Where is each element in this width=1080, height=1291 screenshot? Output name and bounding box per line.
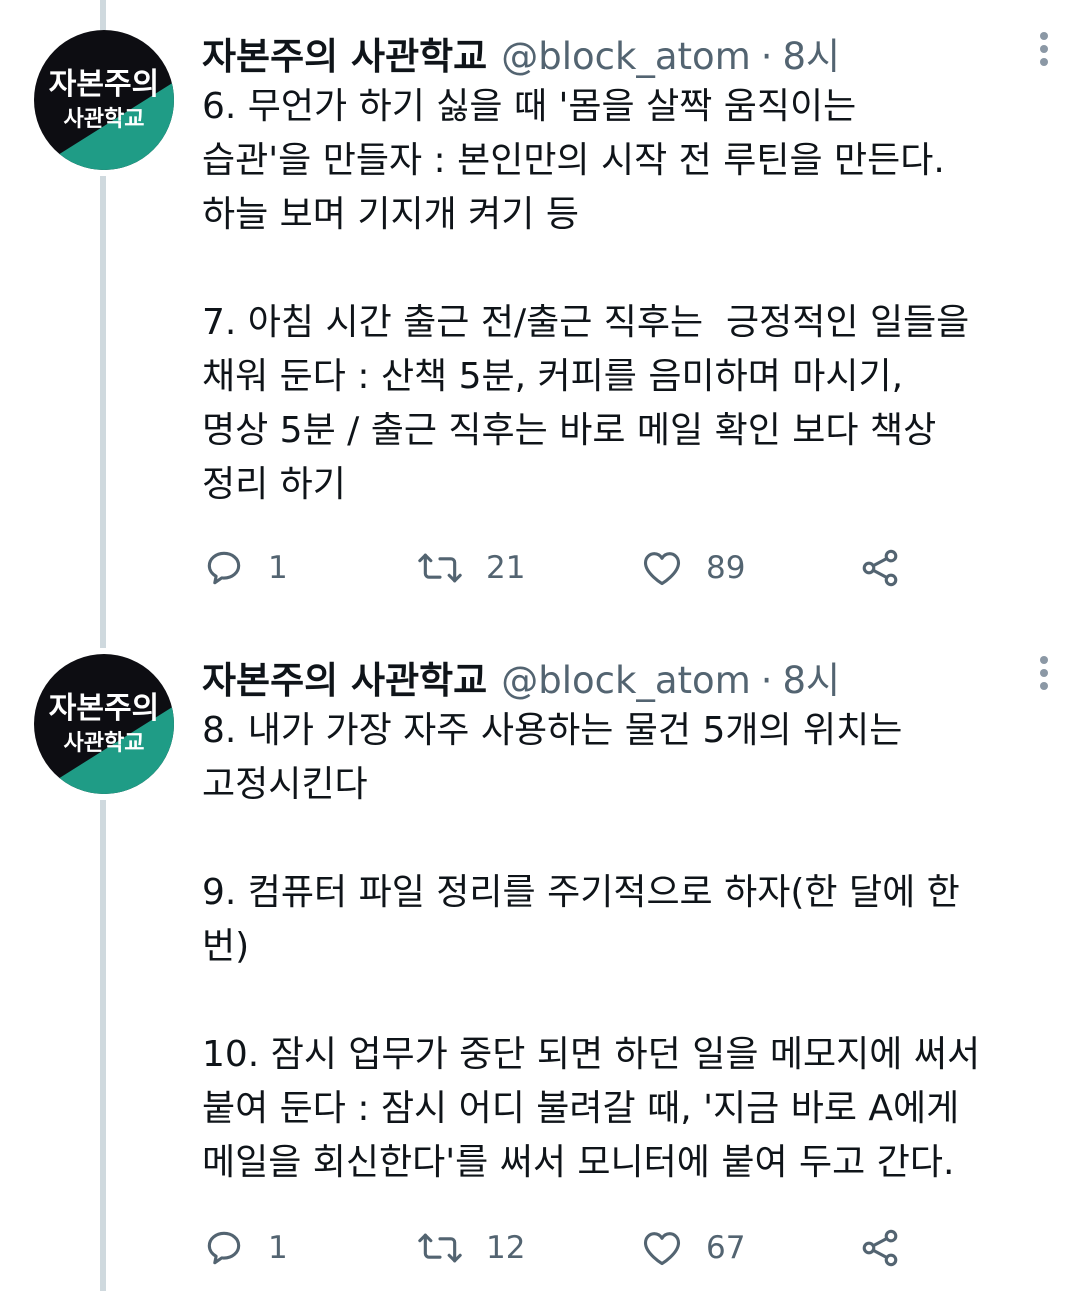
heart-icon: [640, 546, 684, 590]
retweet-button[interactable]: 21: [416, 546, 525, 590]
share-icon: [858, 1226, 902, 1270]
tweet-actions: 1 12 67: [202, 1226, 922, 1270]
tweet-text: 8. 내가 가장 자주 사용하는 물건 5개의 위치는 고정시킨다 9. 컴퓨터…: [202, 710, 981, 1183]
reply-icon: [202, 546, 246, 590]
tweet-header: 자본주의 사관학교 @block_atom · 8시: [202, 650, 1050, 702]
timestamp[interactable]: 8시: [783, 650, 841, 704]
svg-text:사관학교: 사관학교: [64, 731, 145, 756]
avatar[interactable]: 자본주의 사관학교: [34, 30, 174, 170]
display-name[interactable]: 자본주의 사관학교: [202, 650, 487, 704]
user-handle[interactable]: @block_atom: [501, 35, 751, 78]
tweet[interactable]: 자본주의 사관학교 자본주의 사관학교 @block_atom · 8시 6. …: [0, 0, 1080, 620]
separator-dot: ·: [760, 659, 773, 702]
svg-text:자본주의: 자본주의: [49, 691, 159, 726]
tweet-content: 자본주의 사관학교 @block_atom · 8시 8. 내가 가장 자주 사…: [202, 650, 1050, 1190]
retweet-button[interactable]: 12: [416, 1226, 525, 1270]
timestamp[interactable]: 8시: [783, 26, 841, 80]
retweet-icon: [416, 546, 464, 590]
svg-text:사관학교: 사관학교: [64, 107, 145, 132]
like-count: 89: [706, 550, 746, 586]
tweet-actions: 1 21 89: [202, 546, 922, 590]
reply-button[interactable]: 1: [202, 1226, 288, 1270]
like-count: 67: [706, 1230, 746, 1266]
user-handle[interactable]: @block_atom: [501, 659, 751, 702]
share-button[interactable]: [858, 546, 902, 590]
retweet-icon: [416, 1226, 464, 1270]
tweet[interactable]: 자본주의 사관학교 자본주의 사관학교 @block_atom · 8시 8. …: [0, 624, 1080, 1291]
avatar[interactable]: 자본주의 사관학교: [34, 654, 174, 794]
share-icon: [858, 546, 902, 590]
tweet-text: 6. 무언가 하기 싫을 때 '몸을 살짝 움직이는 습관'을 만들자 : 본인…: [202, 86, 970, 505]
reply-button[interactable]: 1: [202, 546, 288, 590]
tweet-header: 자본주의 사관학교 @block_atom · 8시: [202, 26, 1050, 78]
like-button[interactable]: 67: [640, 1226, 745, 1270]
svg-text:자본주의: 자본주의: [49, 67, 159, 102]
display-name[interactable]: 자본주의 사관학교: [202, 26, 487, 80]
retweet-count: 21: [486, 550, 526, 586]
reply-icon: [202, 1226, 246, 1270]
tweet-content: 자본주의 사관학교 @block_atom · 8시 6. 무언가 하기 싫을 …: [202, 26, 1050, 512]
like-button[interactable]: 89: [640, 546, 745, 590]
separator-dot: ·: [760, 35, 773, 78]
retweet-count: 12: [486, 1230, 526, 1266]
heart-icon: [640, 1226, 684, 1270]
reply-count: 1: [268, 1230, 288, 1266]
share-button[interactable]: [858, 1226, 902, 1270]
reply-count: 1: [268, 550, 288, 586]
